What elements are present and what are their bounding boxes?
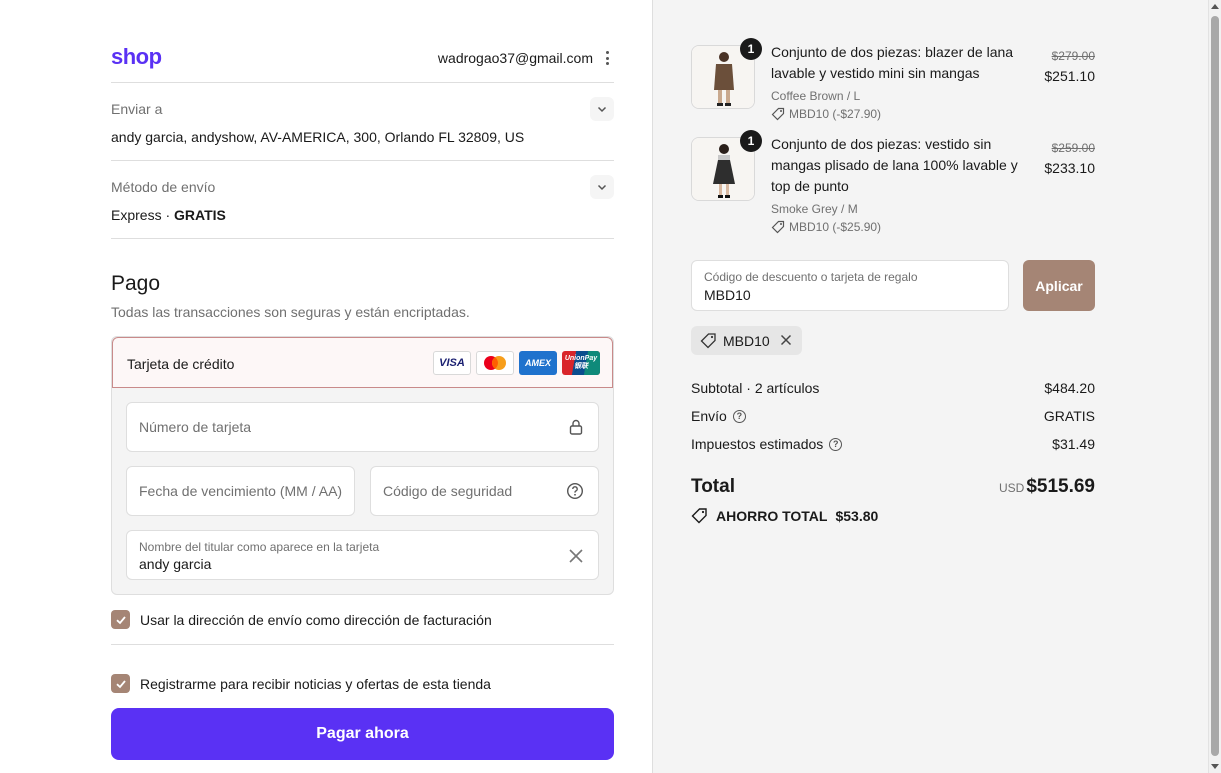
apply-discount-button[interactable]: Aplicar <box>1023 260 1095 311</box>
credit-card-panel: Tarjeta de crédito VISA AMEX UnionPay 银联 … <box>111 336 614 595</box>
credit-card-option[interactable]: Tarjeta de crédito VISA AMEX UnionPay 银联 <box>112 337 613 388</box>
tag-icon <box>691 508 707 524</box>
savings-value: $53.80 <box>835 507 879 524</box>
shipping-method-label: Método de envío <box>111 179 216 195</box>
item-title: Conjunto de dos piezas: vestido sin mang… <box>771 136 1018 194</box>
card-number-field[interactable]: Número de tarjeta <box>126 402 599 452</box>
help-icon[interactable] <box>566 482 584 500</box>
item-price: $251.10 <box>1044 68 1095 84</box>
taxes-label: Impuestos estimados? <box>691 436 843 452</box>
payment-subtitle: Todas las transacciones son seguras y es… <box>111 304 470 320</box>
cardholder-name-label: Nombre del titular como aparece en la ta… <box>139 540 380 554</box>
total-currency: USD <box>999 481 1025 495</box>
payment-title: Pago <box>111 272 161 295</box>
cardholder-name-field[interactable]: Nombre del titular como aparece en la ta… <box>126 530 599 580</box>
unionpay-icon: UnionPay 银联 <box>562 351 600 375</box>
item-price: $233.10 <box>1044 160 1095 176</box>
shipping-label: Envío? <box>691 408 746 424</box>
remove-discount-icon[interactable] <box>779 333 793 347</box>
lock-icon <box>569 419 583 435</box>
shipping-method-toggle[interactable] <box>590 175 614 199</box>
billing-same-checkbox[interactable] <box>111 610 130 629</box>
scroll-down-icon[interactable] <box>1211 764 1219 769</box>
expiry-field[interactable]: Fecha de vencimiento (MM / AA) <box>126 466 355 516</box>
security-code-placeholder: Código de seguridad <box>383 483 513 499</box>
quantity-badge: 1 <box>740 38 762 60</box>
expiry-placeholder: Fecha de vencimiento (MM / AA) <box>139 483 343 499</box>
check-icon <box>115 615 126 624</box>
shop-logo[interactable]: shop <box>111 44 162 70</box>
subtotal-label: Subtotal · 2 artículos <box>691 380 819 396</box>
billing-same-label[interactable]: Usar la dirección de envío como direcció… <box>140 612 492 628</box>
savings-label: AHORRO TOTAL <box>716 507 828 524</box>
total-savings: AHORRO TOTAL $53.80 <box>691 507 878 524</box>
chevron-down-icon <box>597 106 607 113</box>
taxes-value: $31.49 <box>1052 436 1095 452</box>
shipping-value: GRATIS <box>1043 408 1095 424</box>
tag-icon <box>700 333 716 349</box>
card-number-placeholder: Número de tarjeta <box>139 419 252 435</box>
item-variant: Coffee Brown / L <box>771 89 861 103</box>
newsletter-checkbox[interactable] <box>111 674 130 693</box>
item-discount: MBD10 (-$27.90) <box>771 107 881 121</box>
help-icon[interactable]: ? <box>829 437 843 451</box>
item-original-price: $279.00 <box>1051 49 1095 63</box>
discount-code-value: MBD10 <box>704 287 751 303</box>
chevron-down-icon <box>597 184 607 191</box>
shipping-method-name: Express · <box>111 207 175 223</box>
ship-to-address: andy garcia, andyshow, AV-AMERICA, 300, … <box>111 129 525 145</box>
subtotal-label-text: Subtotal · 2 artículos <box>691 380 820 396</box>
divider <box>111 82 614 83</box>
shipping-label-text: Envío <box>691 408 727 424</box>
item-title: Conjunto de dos piezas: blazer de lana l… <box>771 44 1014 81</box>
tag-icon <box>771 107 785 121</box>
help-icon[interactable]: ? <box>732 409 746 423</box>
cart-item: 1 Conjunto de dos piezas: vestido sin ma… <box>691 130 1095 235</box>
newsletter-label[interactable]: Registrarme para recibir noticias y ofer… <box>140 676 491 692</box>
total-value: $515.69 <box>1026 476 1095 497</box>
credit-card-option-label: Tarjeta de crédito <box>127 356 235 372</box>
taxes-label-text: Impuestos estimados <box>691 436 824 452</box>
pay-now-button[interactable]: Pagar ahora <box>111 708 614 760</box>
item-variant: Smoke Grey / M <box>771 202 858 216</box>
visa-icon: VISA <box>433 351 471 375</box>
security-code-field[interactable]: Código de seguridad <box>370 466 599 516</box>
tag-icon <box>771 220 785 234</box>
account-menu-icon[interactable] <box>600 49 614 67</box>
ship-to-toggle[interactable] <box>590 97 614 121</box>
shipping-method-value: Express · GRATIS <box>111 207 226 223</box>
total-label: Total <box>691 476 735 497</box>
account-email: wadrogao37@gmail.com <box>437 50 593 66</box>
discount-code-label: Código de descuento o tarjeta de regalo <box>704 270 918 284</box>
discount-code-field[interactable]: Código de descuento o tarjeta de regalo … <box>691 260 1009 311</box>
cardholder-name-value: andy garcia <box>139 556 212 572</box>
check-icon <box>115 679 126 688</box>
applied-discount-chip: MBD10 <box>691 326 802 355</box>
scroll-up-icon[interactable] <box>1211 4 1219 9</box>
amex-icon: AMEX <box>519 351 557 375</box>
divider <box>111 644 614 645</box>
divider <box>111 160 614 161</box>
item-discount-text: MBD10 (-$27.90) <box>789 107 882 121</box>
item-original-price: $259.00 <box>1051 141 1095 155</box>
applied-discount-code: MBD10 <box>723 332 770 349</box>
scrollbar-thumb[interactable] <box>1211 16 1219 756</box>
item-discount-text: MBD10 (-$25.90) <box>789 220 882 234</box>
quantity-badge: 1 <box>740 130 762 152</box>
cart-item: 1 Conjunto de dos piezas: blazer de lana… <box>691 38 1095 121</box>
item-discount: MBD10 (-$25.90) <box>771 220 881 234</box>
ship-to-label: Enviar a <box>111 101 163 117</box>
subtotal-value: $484.20 <box>1044 380 1095 396</box>
clear-icon[interactable] <box>567 547 585 565</box>
divider <box>111 238 614 239</box>
checkout-form-column: shop wadrogao37@gmail.com Enviar a andy … <box>0 0 652 773</box>
mastercard-icon <box>476 351 514 375</box>
shipping-method-price: GRATIS <box>174 207 226 223</box>
scrollbar[interactable] <box>1208 0 1221 773</box>
